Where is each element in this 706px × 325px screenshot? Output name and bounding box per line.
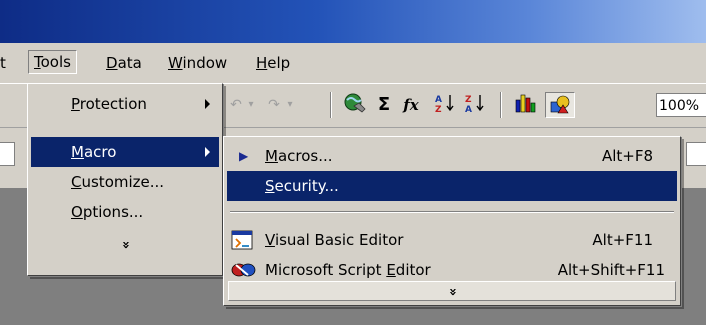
menu-bar: t Tools Data Window Help [0, 43, 706, 84]
submenu-arrow-icon [205, 99, 210, 109]
menu-separator [230, 211, 674, 213]
menu-accel: C [71, 173, 82, 191]
menu-item-customize[interactable]: Customize... [31, 167, 219, 197]
menu-label: elp [267, 54, 291, 72]
tools-menu: Protection Macro Customize... Options...… [27, 83, 223, 276]
title-bar [0, 0, 706, 43]
name-box-edge[interactable] [0, 142, 15, 166]
menu-item-security[interactable]: Security... [227, 171, 677, 201]
menu-accel: V [265, 231, 275, 249]
chart-wizard-icon[interactable] [512, 92, 540, 118]
menu-label: ptions... [82, 203, 144, 221]
svg-text:A: A [435, 95, 442, 105]
menu-tools[interactable]: Tools [28, 50, 77, 74]
toolbar-separator [330, 92, 332, 118]
menu-label: ustomize... [81, 173, 165, 191]
menu-label: ools [40, 53, 71, 71]
formula-bar-edge[interactable] [686, 142, 706, 166]
sort-ascending-icon[interactable]: A Z [432, 92, 458, 118]
drawing-toggle-icon[interactable] [545, 92, 575, 118]
menu-label: isual Basic Editor [274, 231, 404, 249]
menu-expand-button[interactable]: » [228, 281, 676, 301]
menu-label: acro [83, 143, 117, 161]
autosum-icon[interactable]: Σ [372, 92, 396, 118]
menu-accel: M [71, 143, 84, 161]
svg-text:Z: Z [435, 105, 442, 114]
play-triangle-icon: ▶ [239, 149, 249, 163]
menu-window[interactable]: Window [168, 52, 227, 74]
menu-label: t [0, 54, 6, 72]
menu-label-prefix: Microsoft Script [265, 261, 387, 279]
menu-accel: E [386, 261, 396, 279]
toolbar-separator [500, 92, 502, 118]
zoom-value: 100% [659, 98, 700, 114]
menu-label: ecurity... [274, 177, 339, 195]
menu-label: indow [182, 54, 228, 72]
svg-text:A: A [465, 105, 472, 114]
menu-item-macros[interactable]: ▶ Macros... Alt+F8 [227, 141, 677, 171]
menu-expand-button[interactable]: » [31, 228, 219, 258]
menu-shortcut: Alt+F8 [601, 147, 653, 165]
macro-submenu: ▶ Macros... Alt+F8 Security... Visual Ba… [223, 136, 681, 306]
redo-button[interactable]: ↷ [265, 92, 283, 118]
menu-accel: H [256, 54, 268, 72]
submenu-arrow-icon [205, 147, 210, 157]
menu-label: rotection [79, 95, 147, 113]
menu-accel: O [71, 203, 83, 221]
menu-accel: S [265, 177, 275, 195]
menu-label: ditor [395, 261, 431, 279]
menu-item-protection[interactable]: Protection [31, 89, 219, 119]
menu-label: ata [117, 54, 142, 72]
menu-item-options[interactable]: Options... [31, 197, 219, 227]
menu-accel: M [265, 147, 278, 165]
hyperlink-globe-icon[interactable] [340, 92, 368, 118]
menu-item-macro[interactable]: Macro [31, 137, 219, 167]
menu-data[interactable]: Data [106, 52, 142, 74]
menu-item-format-partial[interactable]: t [0, 52, 6, 74]
menu-shortcut: Alt+F11 [592, 231, 653, 249]
sort-descending-icon[interactable]: Z A [462, 92, 488, 118]
zoom-select[interactable]: 100% [656, 93, 706, 117]
undo-dropdown-icon[interactable]: ▾ [244, 92, 258, 118]
undo-button[interactable]: ↶ [228, 92, 244, 118]
menu-help[interactable]: Help [256, 52, 290, 74]
redo-dropdown-icon[interactable]: ▾ [283, 92, 297, 118]
function-icon[interactable]: fx [398, 92, 424, 118]
menu-accel: D [106, 54, 118, 72]
svg-text:Z: Z [465, 95, 472, 105]
menu-accel: T [34, 53, 41, 71]
menu-accel: P [71, 95, 80, 113]
menu-accel: W [168, 54, 183, 72]
double-chevron-down-icon: » [445, 287, 460, 297]
menu-label: acros... [277, 147, 333, 165]
menu-item-visual-basic-editor[interactable]: Visual Basic Editor Alt+F11 [227, 225, 677, 255]
double-chevron-down-icon: » [118, 240, 133, 250]
